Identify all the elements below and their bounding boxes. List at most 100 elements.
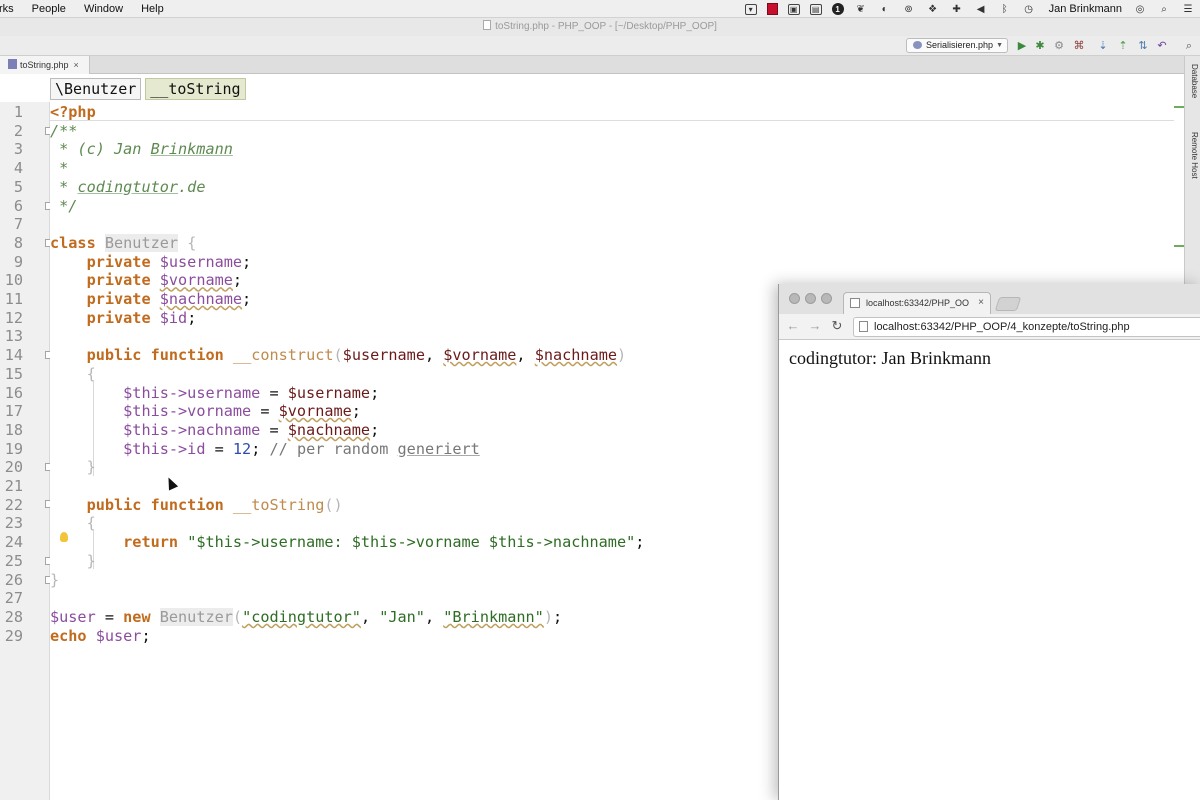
param-vorname: $vorname	[278, 402, 352, 421]
run-icon[interactable]: ▶	[1015, 39, 1029, 53]
note-icon[interactable]: ▤	[809, 3, 822, 15]
revert-icon[interactable]: ↶	[1155, 39, 1169, 53]
breadcrumb-method[interactable]: __toString	[145, 78, 246, 100]
line-number: 4	[13, 159, 23, 178]
evernote-icon[interactable]: ❦	[854, 3, 868, 15]
record-icon[interactable]	[766, 3, 778, 15]
scrollbar-marker[interactable]	[1174, 106, 1184, 108]
php-open-tag: <?php	[50, 103, 96, 121]
close-icon[interactable]: ×	[978, 293, 984, 313]
param-nachname: $nachname	[534, 346, 618, 365]
address-bar[interactable]: localhost:63342/PHP_OOP/4_konzepte/toStr…	[853, 317, 1200, 337]
volume-icon[interactable]: ◀	[974, 3, 988, 15]
keyword-private: private	[86, 271, 151, 290]
zoom-window-button[interactable]	[821, 293, 832, 304]
doc-comment-start: /**	[50, 121, 78, 140]
ide-toolbar: Serialisieren.php ▼ ▶ ✱ ⚙ ⌘ ⇣ ⇡ ⇅ ↶ ⌕	[0, 36, 1200, 56]
vcs-compare-icon[interactable]: ⇅	[1136, 39, 1150, 53]
brace: }	[50, 570, 60, 589]
time-machine-icon[interactable]: ◷	[1022, 3, 1036, 15]
plugin-icon[interactable]: ✚	[950, 3, 964, 15]
breadcrumb-class[interactable]: \Benutzer	[50, 78, 142, 100]
paren: ()	[324, 495, 343, 514]
code-line-28: $user = new Benutzer("codingtutor", "Jan…	[50, 607, 824, 627]
argument-nachname: "Brinkmann"	[443, 607, 544, 626]
code-line-18: $this->nachname = $nachname;	[50, 421, 824, 440]
vcs-commit-icon[interactable]: ⇡	[1116, 39, 1130, 53]
stop-listening-icon[interactable]: ⌘	[1072, 39, 1086, 53]
code-line-6: */	[50, 197, 824, 216]
line-number: 1	[13, 103, 23, 121]
address-bar-url: localhost:63342/PHP_OOP/4_konzepte/toStr…	[874, 321, 1130, 333]
param-username: $username	[342, 346, 425, 365]
document-icon	[483, 20, 492, 30]
clipboard-icon[interactable]: ▣	[787, 3, 800, 15]
keyword-public: public	[86, 495, 142, 514]
brace: {	[187, 233, 197, 252]
vcs-update-icon[interactable]: ⇣	[1096, 39, 1110, 53]
browser-tab[interactable]: localhost:63342/PHP_OO ×	[843, 292, 991, 314]
line-number: 23	[4, 514, 23, 533]
param-username: $username	[287, 383, 371, 402]
menu-help[interactable]: Help	[132, 0, 173, 18]
line-number: 13	[4, 327, 23, 346]
remote-host-tool-button[interactable]: Remote Host	[1187, 132, 1199, 179]
code-line-17: $this->vorname = $vorname;	[50, 402, 824, 421]
code-line-29: echo $user;	[50, 627, 824, 646]
param-nachname: $nachname	[287, 420, 371, 439]
semicolon: ;	[141, 626, 151, 645]
scrollbar-marker[interactable]	[1174, 245, 1184, 247]
back-arrow-icon[interactable]: ←	[785, 317, 801, 335]
search-icon[interactable]: ⌕	[1182, 39, 1196, 53]
forward-arrow-icon[interactable]: →	[807, 317, 823, 335]
keyword-function: function	[150, 495, 224, 514]
code-line-26: }	[50, 571, 824, 590]
menu-bookmarks[interactable]: rks	[0, 0, 23, 18]
semicolon: ;	[242, 252, 252, 271]
user-name[interactable]: Jan Brinkmann	[1049, 3, 1122, 15]
browser-nav-bar: ← → ↻ localhost:63342/PHP_OOP/4_konzepte…	[779, 314, 1200, 340]
coverage-icon[interactable]: ⚙	[1052, 39, 1066, 53]
intention-bulb-icon[interactable]	[60, 532, 68, 542]
doc-comment-end: */	[50, 196, 78, 215]
ide-window-title: toString.php - PHP_OOP - [~/Desktop/PHP_…	[0, 18, 1200, 36]
database-tool-button[interactable]: Database	[1187, 64, 1199, 98]
reload-icon[interactable]: ↻	[829, 317, 845, 335]
menu-people[interactable]: People	[23, 0, 75, 18]
php-icon	[913, 41, 922, 49]
doc-comment-blank: *	[50, 159, 69, 178]
line-number: 8	[13, 233, 23, 252]
tab-tostring-php[interactable]: toString.php ×	[0, 56, 90, 74]
menu-window[interactable]: Window	[75, 0, 132, 18]
user-icon[interactable]: ◎	[1133, 3, 1147, 15]
page-icon	[859, 321, 868, 332]
semicolon: ;	[187, 308, 197, 327]
code-line-16: $this->username = $username;	[50, 384, 824, 403]
line-number: 20	[4, 458, 23, 477]
leaf-icon[interactable]: ◐	[878, 3, 892, 15]
line-number: 9	[13, 252, 23, 271]
new-tab-button[interactable]	[994, 297, 1022, 311]
code-line-11: private $nachname;	[50, 290, 824, 309]
keyword-function: function	[150, 346, 224, 365]
close-icon[interactable]: ×	[74, 60, 79, 70]
bluetooth-icon[interactable]: ᛒ	[998, 3, 1012, 15]
line-number: 7	[13, 215, 23, 234]
variable-user: $user	[50, 607, 96, 626]
php-file-icon	[8, 59, 17, 69]
run-configuration-select[interactable]: Serialisieren.php ▼	[906, 38, 1008, 53]
number-literal: 12	[232, 439, 252, 458]
close-window-button[interactable]	[789, 293, 800, 304]
field-vorname: vorname	[187, 402, 252, 421]
spotlight-icon[interactable]: ⌕	[1157, 3, 1171, 15]
code-line-1: <?php	[50, 103, 824, 122]
code-line-4: *	[50, 159, 824, 178]
shield-icon[interactable]: ▾	[744, 3, 757, 15]
dropbox-icon[interactable]: ❖	[926, 3, 940, 15]
sync-icon[interactable]: ⊚	[902, 3, 916, 15]
field-username: username	[187, 383, 261, 402]
notification-center-icon[interactable]: ☰	[1181, 3, 1195, 15]
debug-icon[interactable]: ✱	[1033, 39, 1047, 53]
minimize-window-button[interactable]	[805, 293, 816, 304]
onepassword-icon[interactable]: 1	[831, 3, 844, 15]
